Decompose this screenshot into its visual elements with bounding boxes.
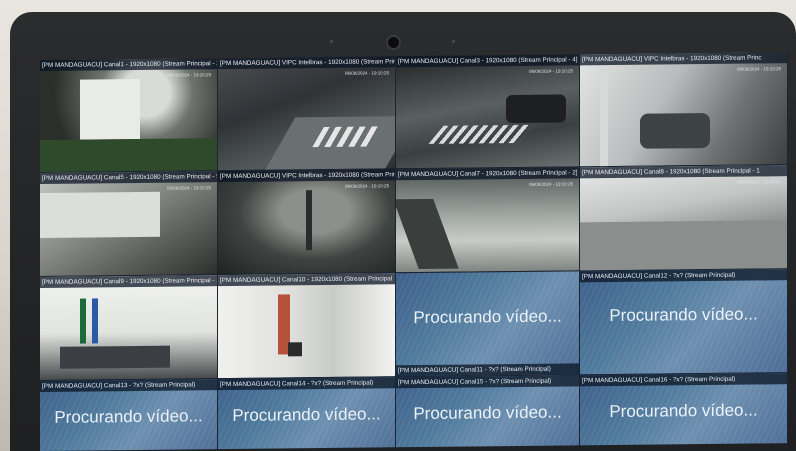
camera-label: [PM MANDAGUACU] VIPC Intelbras - 1920x10… [218,56,395,70]
camera-label: [PM MANDAGUACU] Canal5 - 1920x1080 (Stre… [40,171,217,184]
waiting-chairs [60,345,170,369]
camera-timestamp: 06/08/2024 - 19:10:25 [166,72,211,78]
stairs [396,198,459,270]
camera-timestamp: 06/08/2024 - 19:10:25 [528,181,573,187]
camera-tile-3[interactable]: [PM MANDAGUACU] Canal3 - 1920x1080 (Stre… [396,54,580,170]
camera-tile-7[interactable]: [PM MANDAGUACU] Canal7 - 1920x1080 (Stre… [396,167,580,274]
camera-tile-5[interactable]: [PM MANDAGUACU] Canal5 - 1920x1080 (Stre… [40,171,218,277]
parked-car [640,112,710,149]
laptop-screen: [PM MANDAGUACU] Canal1 - 1920x1080 (Stre… [40,52,788,451]
camera-label: [PM MANDAGUACU] VIPC Intelbras - 1920x10… [580,52,787,66]
camera-tile-14[interactable]: [PM MANDAGUACU] Canal14 - ?x? (Stream Pr… [218,377,396,451]
crosswalk [312,126,384,148]
camera-timestamp: 06/08/2024 - 19:10:25 [736,66,781,72]
trash-bin [288,342,302,357]
camera-timestamp: 06/08/2024 - 19:10:25 [344,70,389,76]
camera-tile-15[interactable]: [PM MANDAGUACU] Canal15 - ?x? (Stream Pr… [396,375,580,451]
camera-label: [PM MANDAGUACU] Canal10 - 1920x1080 (Str… [218,273,395,287]
camera-label: [PM MANDAGUACU] Canal14 - ?x? (Stream Pr… [218,377,395,391]
floor [580,220,788,272]
camera-label: [PM MANDAGUACU] Canal11 - ?x? (Stream Pr… [396,363,579,377]
parked-car [506,94,566,124]
searching-video-text: Procurando vídeo... [609,304,758,326]
camera-label: [PM MANDAGUACU] Canal16 - ?x? (Stream Pr… [580,373,787,387]
flag [80,298,86,344]
camera-label: [PM MANDAGUACU] VIPC Intelbras - 1920x10… [218,169,395,183]
camera-tile-2[interactable]: [PM MANDAGUACU] VIPC Intelbras - 1920x10… [218,56,396,172]
camera-timestamp: 06/08/2024 - 19:10:24 [736,179,781,185]
camera-timestamp: 06/08/2024 - 19:10:25 [166,185,211,191]
searching-video-text: Procurando vídeo... [54,406,203,427]
camera-tile-4[interactable]: [PM MANDAGUACU] VIPC Intelbras - 1920x10… [580,52,788,168]
camera-tile-16[interactable]: [PM MANDAGUACU] Canal16 - ?x? (Stream Pr… [580,373,788,451]
camera-timestamp: 06/08/2024 - 19:10:25 [344,183,389,189]
camera-label: [PM MANDAGUACU] Canal12 - ?x? (Stream Pr… [580,269,787,283]
lawn [40,138,218,173]
searching-video-text: Procurando vídeo... [609,400,758,421]
microphone-dot [330,40,333,43]
camera-timestamp: 06/08/2024 - 19:10:25 [528,68,573,74]
camera-label: [PM MANDAGUACU] Canal9 - 1920x1080 (Stre… [40,275,217,288]
camera-label: [PM MANDAGUACU] Canal7 - 1920x1080 (Stre… [396,167,579,181]
searching-video-text: Procurando vídeo... [413,306,562,328]
camera-tile-8[interactable]: [PM MANDAGUACU] Canal8 - 1920x1080 (Stre… [580,165,788,272]
searching-video-text: Procurando vídeo... [232,404,381,425]
crosswalk [428,124,534,144]
camera-label: [PM MANDAGUACU] Canal13 - ?x? (Stream Pr… [40,379,217,392]
camera-tile-1[interactable]: [PM MANDAGUACU] Canal1 - 1920x1080 (Stre… [40,58,218,173]
camera-grid: [PM MANDAGUACU] Canal1 - 1920x1080 (Stre… [40,52,788,451]
building-wall [80,78,140,140]
camera-label: [PM MANDAGUACU] Canal15 - ?x? (Stream Pr… [396,375,579,389]
camera-label: [PM MANDAGUACU] Canal8 - 1920x1080 (Stre… [580,165,787,179]
wall [40,191,160,238]
camera-label: [PM MANDAGUACU] Canal3 - 1920x1080 (Stre… [396,54,579,68]
searching-video-text: Procurando vídeo... [413,402,562,423]
camera-tile-6[interactable]: [PM MANDAGUACU] VIPC Intelbras - 1920x10… [218,169,396,276]
tree-trunk [306,190,312,251]
pillar [600,69,608,168]
camera-tile-13[interactable]: [PM MANDAGUACU] Canal13 - ?x? (Stream Pr… [40,379,218,451]
camera-tile-10[interactable]: [PM MANDAGUACU] Canal10 - 1920x1080 (Str… [218,273,396,380]
microphone-dot [452,40,455,43]
camera-label: [PM MANDAGUACU] Canal1 - 1920x1080 (Stre… [40,58,217,71]
camera-tile-9[interactable]: [PM MANDAGUACU] Canal9 - 1920x1080 (Stre… [40,275,218,381]
webcam-icon [386,35,401,50]
flag [92,298,98,344]
camera-tile-12[interactable]: [PM MANDAGUACU] Canal12 - ?x? (Stream Pr… [580,269,788,376]
camera-tile-11[interactable]: [PM MANDAGUACU] Canal11 - ?x? (Stream Pr… [396,271,580,378]
